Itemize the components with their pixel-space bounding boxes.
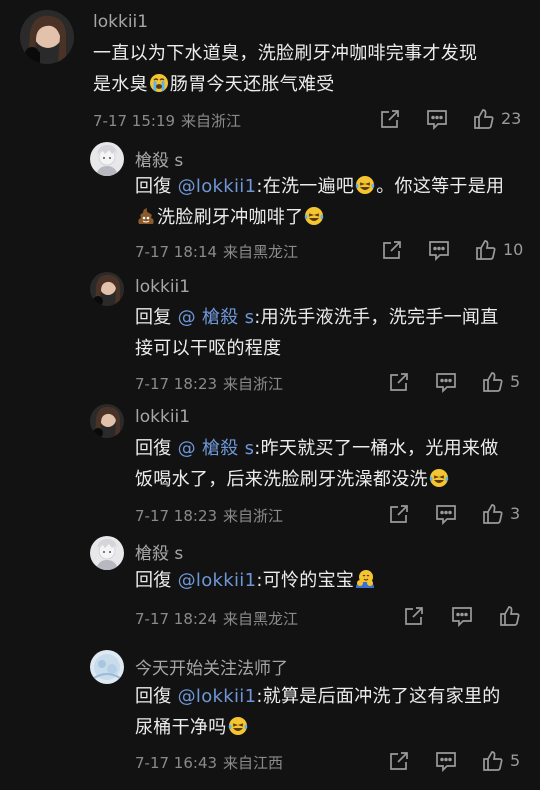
location: 来自黑龙江 xyxy=(223,610,299,628)
username[interactable]: 槍殺 s xyxy=(135,539,183,564)
poop-emoji xyxy=(136,206,156,226)
comment-text: 回復 @lokkii1:在洗一遍吧 。你这等于是用 洗脸刷牙冲咖啡了 xyxy=(135,175,505,228)
mention-link[interactable]: @lokkii1 xyxy=(178,570,257,591)
thumbs-up-icon[interactable] xyxy=(498,604,522,628)
location: 来自浙江 xyxy=(223,507,284,525)
comment-text: 回復 @lokkii1:可怜的宝宝 xyxy=(135,565,530,596)
hugging-face-emoji xyxy=(355,569,375,589)
reply-item: 槍殺 s 回復 @lokkii1:在洗一遍吧 。你这等于是用 洗脸刷牙冲咖啡了 7… xyxy=(0,140,540,270)
share-icon[interactable] xyxy=(378,107,402,131)
reply-item: 今天开始关注法师了 回復 @lokkii1:就算是后面冲洗了这有家里的 尿桶干净… xyxy=(0,648,540,790)
comment-meta: 7-17 18:14 来自黑龙江 xyxy=(135,241,298,262)
avatar[interactable] xyxy=(90,272,124,306)
location: 来自浙江 xyxy=(181,112,242,130)
like-count: 5 xyxy=(510,372,521,391)
mention-link[interactable]: @lokkii1 xyxy=(178,686,257,707)
share-icon[interactable] xyxy=(380,238,404,262)
thumbs-up-icon[interactable] xyxy=(481,749,505,773)
mention-link[interactable]: @ 槍殺 s xyxy=(178,307,255,328)
laughing-crying-face-emoji xyxy=(304,206,324,226)
comment-icon[interactable] xyxy=(425,107,449,131)
timestamp: 7-17 15:19 xyxy=(93,112,176,130)
laughing-crying-face-emoji xyxy=(228,716,248,736)
comment-text: 回复 @ 槍殺 s:用洗手液洗手，洗完手一闻直 接可以干呕的程度 xyxy=(135,307,499,359)
share-icon[interactable] xyxy=(387,502,411,526)
share-icon[interactable] xyxy=(387,749,411,773)
thumbs-up-icon[interactable] xyxy=(474,238,498,262)
comment-item: lokkii1 一直以为下水道臭，洗脸刷牙冲咖啡完事才发现 是水臭 肠胃今天还胀气… xyxy=(0,0,540,140)
comment-meta: 7-17 18:23 来自浙江 xyxy=(135,373,283,394)
thumbs-up-icon[interactable] xyxy=(481,502,505,526)
timestamp: 7-17 18:23 xyxy=(135,507,218,525)
timestamp: 7-17 18:24 xyxy=(135,610,218,628)
like-count: 3 xyxy=(510,504,521,523)
avatar[interactable] xyxy=(90,404,124,438)
location: 来自黑龙江 xyxy=(223,243,299,261)
timestamp: 7-17 18:23 xyxy=(135,375,218,393)
share-icon[interactable] xyxy=(402,604,426,628)
comment-icon[interactable] xyxy=(434,502,458,526)
thumbs-up-icon[interactable] xyxy=(472,107,496,131)
mention-link[interactable]: @lokkii1 xyxy=(178,176,257,197)
comment-icon[interactable] xyxy=(450,604,474,628)
comment-meta: 7-17 18:24 来自黑龙江 xyxy=(135,608,298,629)
share-icon[interactable] xyxy=(387,370,411,394)
avatar[interactable] xyxy=(90,536,124,570)
location: 来自江西 xyxy=(223,754,284,772)
comment-icon[interactable] xyxy=(434,370,458,394)
username[interactable]: lokkii1 xyxy=(135,277,190,297)
comment-text: 回復 @lokkii1:就算是后面冲洗了这有家里的 尿桶干净吗 xyxy=(135,686,501,738)
comment-icon[interactable] xyxy=(434,749,458,773)
comment-text: 一直以为下水道臭，洗脸刷牙冲咖啡完事才发现 是水臭 肠胃今天还胀气难受 xyxy=(93,43,478,95)
timestamp: 7-17 18:14 xyxy=(135,243,218,261)
reply-item: lokkii1 回復 @ 槍殺 s:昨天就买了一桶水，光用来做 饭喝水了，后来洗… xyxy=(0,402,540,532)
comment-text: 回復 @ 槍殺 s:昨天就买了一桶水，光用来做 饭喝水了，后来洗脸刷牙洗澡都没洗 xyxy=(135,438,499,490)
location: 来自浙江 xyxy=(223,375,284,393)
username[interactable]: 槍殺 s xyxy=(135,146,183,171)
username[interactable]: lokkii1 xyxy=(93,12,148,32)
avatar[interactable] xyxy=(90,142,124,176)
avatar[interactable] xyxy=(20,10,74,64)
timestamp: 7-17 16:43 xyxy=(135,754,218,772)
like-count: 5 xyxy=(510,751,521,770)
like-count: 23 xyxy=(501,109,522,128)
avatar[interactable] xyxy=(90,650,124,684)
comment-meta: 7-17 16:43 来自江西 xyxy=(135,752,283,773)
username[interactable]: lokkii1 xyxy=(135,407,190,427)
comment-meta: 7-17 18:23 来自浙江 xyxy=(135,505,283,526)
laughing-crying-face-emoji xyxy=(355,175,375,195)
thumbs-up-icon[interactable] xyxy=(481,370,505,394)
username[interactable]: 今天开始关注法师了 xyxy=(135,654,288,679)
reply-item: 槍殺 s 回復 @lokkii1:可怜的宝宝 7-17 18:24 来自黑龙江 xyxy=(0,532,540,640)
comment-icon[interactable] xyxy=(427,238,451,262)
comment-meta: 7-17 15:19 来自浙江 xyxy=(93,110,241,131)
mention-link[interactable]: @ 槍殺 s xyxy=(178,438,255,459)
reply-item: lokkii1 回复 @ 槍殺 s:用洗手液洗手，洗完手一闻直 接可以干呕的程度… xyxy=(0,270,540,402)
crying-face-emoji xyxy=(149,73,169,93)
like-count: 10 xyxy=(503,240,524,259)
laughing-crying-face-emoji xyxy=(429,468,449,488)
